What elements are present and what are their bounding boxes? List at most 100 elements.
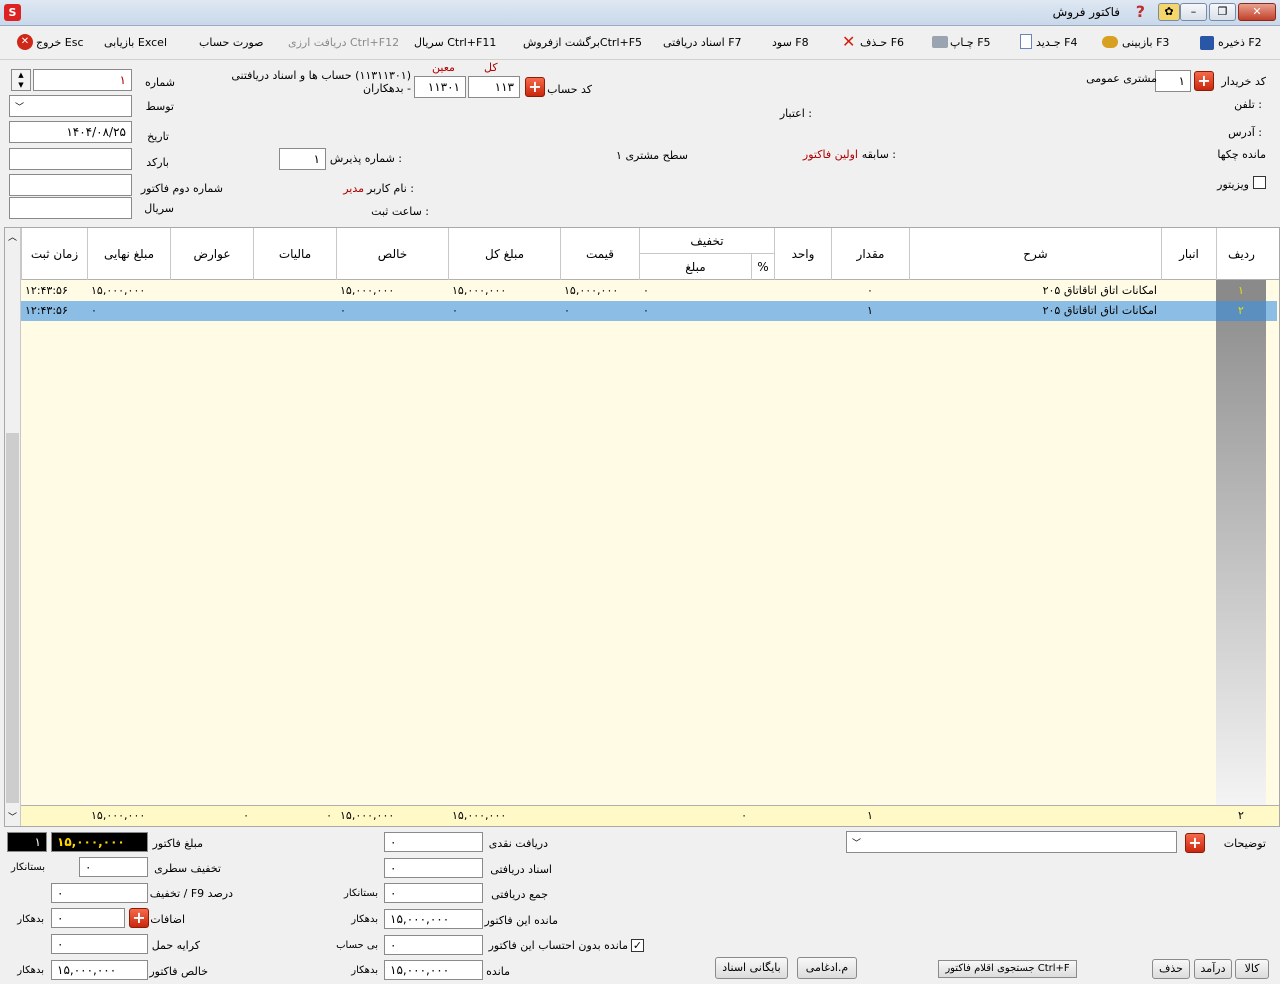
row-discount-label: تخفیف سطری bbox=[154, 862, 221, 875]
pct-discount-input[interactable]: ۰ bbox=[51, 883, 148, 903]
cash-input[interactable]: ۰ bbox=[384, 832, 483, 852]
cell-time: ۱۲:۴۳:۵۶ bbox=[25, 304, 68, 317]
scroll-thumb[interactable] bbox=[6, 433, 19, 803]
add-additions-button[interactable]: + bbox=[129, 908, 149, 928]
notes-label: توضیحات bbox=[1223, 837, 1266, 850]
cell-row: ۲ bbox=[1216, 301, 1266, 321]
excel-button[interactable]: بازیابی Excel bbox=[104, 34, 167, 52]
additions-label: اضافات bbox=[150, 913, 185, 926]
col-net[interactable]: خالص bbox=[336, 228, 448, 280]
date-input[interactable]: ۱۴۰۴/۰۸/۲۵ bbox=[9, 121, 132, 143]
number-spinner[interactable]: ▲ ▼ bbox=[11, 69, 31, 91]
profit-button[interactable]: سود F8 bbox=[772, 34, 809, 52]
serial-button[interactable]: سریال Ctrl+F11 bbox=[414, 34, 496, 52]
received-docs-button[interactable]: اسناد دریافتی F7 bbox=[663, 34, 742, 52]
notes-select[interactable]: ﹀ bbox=[846, 831, 1177, 853]
merge-button[interactable]: م.ادغامی bbox=[797, 957, 857, 979]
statement-button[interactable]: صورت حساب bbox=[199, 34, 264, 52]
table-row-selected[interactable]: ۲ امکانات اتاق اتاقاتاق ۲۰۵ ۱ ۰ ۰ ۰ ۰ ۰ … bbox=[21, 301, 1277, 321]
exit-button[interactable]: خروج Esc bbox=[36, 34, 84, 52]
invoice-amount-label: مبلغ فاکتور bbox=[152, 837, 203, 850]
col-time[interactable]: زمان ثبت bbox=[21, 228, 87, 280]
freight-input[interactable]: ۰ bbox=[51, 934, 148, 954]
print-button[interactable]: چـاپ F5 bbox=[950, 34, 991, 52]
col-discount-amount[interactable]: مبلغ bbox=[639, 254, 751, 280]
cash-label: دریافت نقدی bbox=[488, 837, 548, 850]
cell-total: ۱۵,۰۰۰,۰۰۰ bbox=[452, 284, 507, 297]
kol-input[interactable]: ۱۱۳ bbox=[468, 76, 520, 98]
cell-desc: امکانات اتاق اتاقاتاق ۲۰۵ bbox=[1042, 304, 1157, 317]
col-total[interactable]: مبلغ کل bbox=[448, 228, 560, 280]
second-no-input[interactable] bbox=[9, 174, 132, 196]
sum-label: جمع دریافتی bbox=[491, 888, 548, 901]
invoice-amount-display: ۱۵,۰۰۰,۰۰۰ bbox=[51, 832, 148, 852]
reception-input[interactable]: ۱ bbox=[279, 148, 326, 170]
cell-net: ۰ bbox=[340, 304, 346, 317]
reg-time-label: ساعت ثبت : bbox=[371, 205, 429, 218]
docs-input[interactable]: ۰ bbox=[384, 858, 483, 878]
col-qty[interactable]: مقدار bbox=[831, 228, 909, 280]
goods-button[interactable]: کالا bbox=[1235, 959, 1269, 979]
moin-input[interactable]: ۱۱۳۰۱ bbox=[414, 76, 466, 98]
delete-button[interactable]: حـذف F6 bbox=[860, 34, 904, 52]
remain-noinv-checkbox[interactable]: ✓ bbox=[631, 939, 644, 952]
search-button[interactable]: بازبینی F3 bbox=[1122, 34, 1169, 52]
col-final[interactable]: مبلغ نهایی bbox=[87, 228, 170, 280]
document-icon bbox=[1020, 34, 1032, 49]
table-row[interactable]: ۱ امکانات اتاق اتاقاتاق ۲۰۵ ۰ ۰ ۱۵,۰۰۰,۰… bbox=[21, 281, 1266, 301]
additions-input[interactable]: ۰ bbox=[51, 908, 125, 928]
col-desc[interactable]: شرح bbox=[909, 228, 1161, 280]
moin-label: معین bbox=[432, 61, 455, 74]
barcode-input[interactable] bbox=[9, 148, 132, 170]
minimize-button[interactable]: – bbox=[1180, 3, 1207, 21]
search-items-button[interactable]: جستجوی اقلام فاکتور Ctrl+F bbox=[938, 960, 1077, 978]
col-price[interactable]: قیمت bbox=[560, 228, 639, 280]
scroll-down-icon[interactable]: ﹀ bbox=[8, 810, 17, 823]
restore-button[interactable]: ❐ bbox=[1209, 3, 1236, 21]
help-icon[interactable]: ? bbox=[1136, 2, 1145, 21]
buyer-code-label: کد خریدار bbox=[1221, 75, 1266, 88]
visitor-label: ویزیتور bbox=[1217, 178, 1249, 191]
grid-scrollbar[interactable]: ︿ ﹀ bbox=[5, 228, 21, 826]
scroll-up-icon[interactable]: ︿ bbox=[8, 230, 17, 243]
cell-row: ۱ bbox=[1216, 281, 1266, 301]
by-select[interactable]: ﹀ bbox=[9, 95, 132, 117]
add-account-button[interactable]: + bbox=[525, 77, 545, 97]
remain-label: مانده bbox=[486, 965, 510, 978]
footer-tax: ۰ bbox=[326, 809, 332, 822]
archive-button[interactable]: بایگانی اسناد bbox=[715, 957, 788, 979]
address-label: آدرس : bbox=[1228, 126, 1262, 139]
footer-total: ۱۵,۰۰۰,۰۰۰ bbox=[452, 809, 507, 822]
visitor-checkbox[interactable] bbox=[1253, 176, 1266, 189]
invoice-count-display: ۱ bbox=[7, 832, 47, 852]
col-unit[interactable]: واحد bbox=[774, 228, 831, 280]
items-grid[interactable]: ︿ ﹀ ردیف انبار شرح مقدار واحد تخفیف % مب… bbox=[4, 227, 1280, 827]
skin-icon[interactable]: ✿ bbox=[1158, 3, 1180, 21]
add-note-button[interactable]: + bbox=[1185, 833, 1205, 853]
add-buyer-button[interactable]: + bbox=[1194, 71, 1214, 91]
col-discount-pct[interactable]: % bbox=[751, 254, 774, 280]
col-tax[interactable]: مالیات bbox=[253, 228, 336, 280]
income-button[interactable]: درآمد bbox=[1194, 959, 1232, 979]
col-store[interactable]: انبار bbox=[1161, 228, 1216, 280]
cell-qty: ۱ bbox=[867, 304, 873, 317]
number-input[interactable]: ۱ bbox=[33, 69, 132, 91]
delete-row-button[interactable]: حذف bbox=[1152, 959, 1190, 979]
buyer-code-input[interactable]: ۱ bbox=[1155, 70, 1191, 92]
new-button[interactable]: جـدید F4 bbox=[1036, 34, 1077, 52]
net-invoice-input: ۱۵,۰۰۰,۰۰۰ bbox=[51, 960, 148, 980]
header-form: کد خریدار + ۱ مشتری عمومی تلفن : آدرس : … bbox=[0, 60, 1280, 226]
save-button[interactable]: ذخیره F2 bbox=[1218, 34, 1262, 52]
serial-label: سریال bbox=[144, 202, 174, 215]
sum-side: بستانکار bbox=[344, 888, 378, 899]
currency-button[interactable]: دریافت ارزی Ctrl+F12 bbox=[288, 34, 399, 52]
return-sale-button[interactable]: برگشت ازفروشCtrl+F5 bbox=[523, 34, 642, 52]
col-row[interactable]: ردیف bbox=[1216, 228, 1266, 280]
floppy-icon bbox=[1200, 36, 1214, 50]
col-duties[interactable]: عوارض bbox=[170, 228, 253, 280]
date-label: تاریخ bbox=[147, 130, 169, 143]
close-button[interactable]: ✕ bbox=[1238, 3, 1276, 21]
col-discount[interactable]: تخفیف bbox=[639, 228, 774, 254]
serial-input[interactable] bbox=[9, 197, 132, 219]
net-invoice-label: خالص فاکتور bbox=[149, 965, 208, 978]
